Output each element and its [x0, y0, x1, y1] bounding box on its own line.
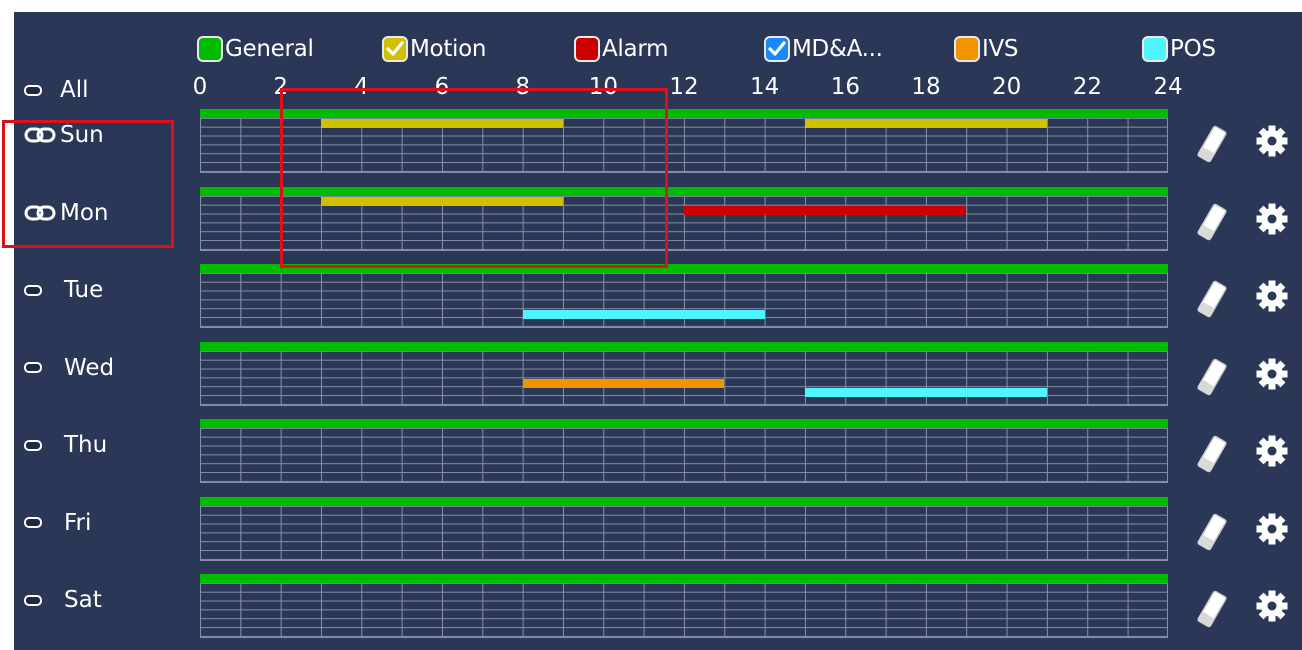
legend-motion-checkbox[interactable]: [382, 36, 408, 62]
eraser-icon: [1197, 358, 1227, 395]
clear-row-button[interactable]: [1196, 203, 1228, 240]
legend-ivs[interactable]: IVS: [954, 32, 1019, 66]
clear-row-button[interactable]: [1196, 513, 1228, 550]
legend-pos-label: POS: [1170, 36, 1216, 62]
legend-motion[interactable]: Motion: [382, 32, 486, 66]
legend-pos-checkbox[interactable]: [1142, 36, 1168, 62]
select-all-label: All: [60, 77, 89, 103]
hour-tick-16: 16: [830, 74, 860, 100]
day-label-wed: Wed: [64, 354, 115, 381]
clear-row-button[interactable]: [1196, 125, 1228, 163]
gear-icon: [1256, 203, 1288, 234]
eraser-icon: [1197, 513, 1227, 550]
legend-general-checkbox[interactable]: [197, 36, 223, 62]
eraser-icon: [1197, 203, 1227, 240]
toggle-icon: [24, 284, 42, 296]
hour-tick-18: 18: [911, 74, 941, 100]
day-label-thu: Thu: [64, 432, 108, 458]
schedule-panel: General Motion Alarm MD&A... IVS POS All 0 2 4 6 8 1…: [2, 12, 1302, 650]
hour-tick-12: 12: [669, 74, 699, 100]
row-settings-button[interactable]: [1256, 513, 1288, 545]
gear-icon: [1256, 358, 1288, 389]
toggle-icon: [24, 84, 42, 96]
segment-pos: [805, 387, 1047, 397]
hour-tick-20: 20: [992, 74, 1022, 100]
day-label-tue: Tue: [64, 277, 104, 303]
timeline-fri[interactable]: [200, 496, 1168, 561]
segment-general: [200, 419, 1168, 428]
eraser-icon: [1197, 435, 1227, 473]
legend-mda-checkbox[interactable]: [764, 36, 790, 62]
legend-motion-label: Motion: [410, 36, 487, 62]
row-settings-button[interactable]: [1256, 280, 1288, 312]
select-all-toggle[interactable]: All: [24, 74, 89, 106]
clear-row-button[interactable]: [1196, 358, 1228, 395]
clear-row-button[interactable]: [1196, 590, 1228, 628]
day-toggle-tue[interactable]: Tue: [24, 274, 103, 306]
legend-mda-label: MD&A...: [792, 36, 883, 62]
legend-alarm-checkbox[interactable]: [574, 36, 600, 62]
day-label-fri: Fri: [64, 509, 92, 536]
toggle-icon: [24, 362, 42, 373]
legend-ivs-label: IVS: [982, 36, 1019, 62]
row-settings-button[interactable]: [1256, 358, 1288, 390]
day-toggle-fri[interactable]: Fri: [24, 507, 91, 539]
hour-tick-24: 24: [1153, 74, 1183, 100]
segment-ivs: [522, 378, 725, 388]
toggle-icon: [24, 594, 42, 606]
hour-tick-22: 22: [1072, 74, 1102, 100]
legend-ivs-checkbox[interactable]: [954, 36, 980, 62]
gear-icon: [1256, 513, 1288, 544]
timeline-wed[interactable]: [200, 341, 1168, 406]
eraser-icon: [1197, 590, 1227, 628]
row-settings-button[interactable]: [1256, 590, 1288, 622]
annotation-highlight-schedule: [280, 88, 668, 268]
day-toggle-sat[interactable]: Sat: [24, 584, 102, 616]
segment-motion: [805, 119, 1047, 128]
timeline-thu[interactable]: [200, 419, 1168, 483]
day-toggle-thu[interactable]: Thu: [24, 429, 107, 461]
day-label-sat: Sat: [64, 587, 102, 613]
segment-alarm: [684, 205, 967, 215]
legend-general-label: General: [225, 36, 314, 62]
timeline-tue[interactable]: [200, 264, 1168, 328]
annotation-highlight-linked-days: [2, 120, 174, 248]
hour-tick-14: 14: [750, 74, 780, 100]
toggle-icon: [24, 517, 42, 528]
toggle-icon: [24, 439, 42, 451]
segment-general: [200, 574, 1168, 583]
row-settings-button[interactable]: [1256, 203, 1288, 235]
clear-row-button[interactable]: [1196, 280, 1228, 318]
segment-general: [200, 496, 1168, 506]
eraser-icon: [1197, 125, 1227, 163]
legend-general[interactable]: General: [197, 32, 314, 66]
gear-icon: [1256, 280, 1288, 312]
gear-icon: [1256, 435, 1288, 467]
eraser-icon: [1197, 280, 1227, 318]
legend-alarm[interactable]: Alarm: [574, 32, 668, 66]
gear-icon: [1256, 590, 1288, 622]
legend-pos[interactable]: POS: [1142, 32, 1216, 66]
checkmark-icon: [386, 41, 404, 56]
row-settings-button[interactable]: [1256, 125, 1288, 157]
legend-alarm-label: Alarm: [602, 36, 669, 62]
row-settings-button[interactable]: [1256, 435, 1288, 467]
clear-row-button[interactable]: [1196, 435, 1228, 473]
legend-mda[interactable]: MD&A...: [764, 32, 883, 66]
segment-pos: [522, 310, 765, 319]
gear-icon: [1256, 125, 1288, 157]
checkmark-icon: [768, 41, 786, 56]
day-toggle-wed[interactable]: Wed: [24, 352, 114, 384]
timeline-sat[interactable]: [200, 574, 1168, 638]
hour-tick-0: 0: [192, 74, 208, 100]
segment-general: [200, 341, 1168, 351]
